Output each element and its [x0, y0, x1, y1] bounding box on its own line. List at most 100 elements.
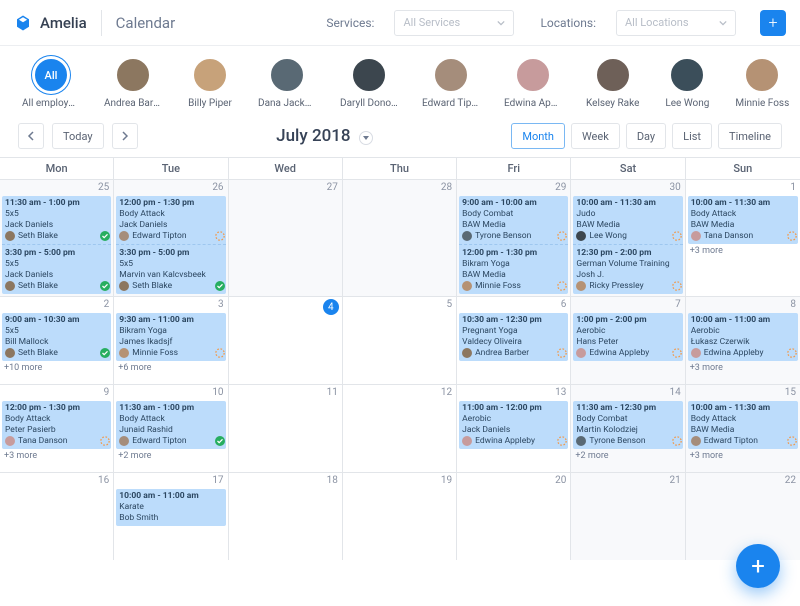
event-service: Body Combat [462, 209, 565, 219]
employee-item[interactable]: Daryll Donov... [340, 58, 398, 109]
more-link[interactable]: +3 more [690, 451, 796, 461]
day-cell[interactable]: 16 [0, 472, 114, 560]
view-label: Timeline [729, 130, 771, 143]
event-customer: Bob Smith [119, 513, 222, 523]
event[interactable]: 12:00 pm - 1:30 pm Body Attack Jack Dani… [116, 196, 225, 294]
day-headers: Mon Tue Wed Thu Fri Sat Sun [0, 158, 800, 179]
day-cell[interactable]: 6 10:30 am - 12:30 pm Pregnant Yoga Vald… [457, 296, 571, 384]
employee-item[interactable]: Minnie Foss [735, 58, 789, 109]
view-timeline[interactable]: Timeline [718, 123, 782, 149]
event[interactable]: 10:00 am - 11:00 am Karate Bob Smith [116, 489, 225, 526]
day-cell[interactable]: 10 11:30 am - 1:00 pm Body Attack Junaid… [114, 384, 228, 472]
day-cell[interactable]: 22 [686, 472, 800, 560]
employee-item[interactable]: Dana Jackson [258, 58, 316, 109]
event[interactable]: 1:00 pm - 2:00 pm Aerobic Hans Peter Edw… [573, 313, 682, 361]
employee-name: Lee Wong [665, 98, 709, 109]
day-cell[interactable]: 20 [457, 472, 571, 560]
day-cell[interactable]: 2 9:00 am - 10:30 am 5x5 Bill Mallock Se… [0, 296, 114, 384]
more-link[interactable]: +6 more [118, 363, 223, 373]
day-cell[interactable]: 1 10:00 am - 11:30 am Body Attack BAW Me… [686, 179, 800, 296]
event[interactable]: 11:30 am - 12:30 pm Body Combat Martin K… [573, 401, 682, 449]
employee-item[interactable]: Kelsey Rake [586, 58, 639, 109]
event[interactable]: 9:00 am - 10:30 am 5x5 Bill Mallock Seth… [2, 313, 111, 361]
employee-item[interactable]: Edward Tipton [422, 58, 480, 109]
view-day[interactable]: Day [626, 123, 666, 149]
employee-name: Minnie Foss [735, 98, 789, 109]
day-number: 22 [785, 475, 796, 486]
day-cell[interactable]: 15 10:00 am - 11:30 am Body Attack BAW M… [686, 384, 800, 472]
event-customer: BAW Media [462, 270, 565, 280]
day-cell[interactable]: 5 [343, 296, 457, 384]
day-cell[interactable]: 12 [343, 384, 457, 472]
event[interactable]: 11:30 am - 1:00 pm 5x5 Jack Daniels Seth… [2, 196, 111, 294]
event[interactable]: 11:00 am - 12:00 pm Aerobic Jack Daniels… [459, 401, 568, 449]
chevron-right-icon [121, 131, 129, 141]
event[interactable]: 10:00 am - 11:00 am Aerobic Łukasz Czerw… [688, 313, 798, 361]
chevron-down-icon [719, 19, 727, 27]
more-link[interactable]: +3 more [690, 246, 796, 256]
event-time: 3:30 pm - 5:00 pm [5, 248, 108, 258]
view-month[interactable]: Month [511, 123, 565, 149]
day-cell[interactable]: 26 12:00 pm - 1:30 pm Body Attack Jack D… [114, 179, 228, 296]
day-cell[interactable]: 29 9:00 am - 10:00 am Body Combat BAW Me… [457, 179, 571, 296]
event-customer: Bill Mallock [5, 337, 108, 347]
employee-dot-icon [119, 436, 129, 446]
day-cell[interactable]: 19 [343, 472, 457, 560]
day-cell[interactable]: 8 10:00 am - 11:00 am Aerobic Łukasz Cze… [686, 296, 800, 384]
day-cell[interactable]: 14 11:30 am - 12:30 pm Body Combat Marti… [571, 384, 685, 472]
view-list[interactable]: List [672, 123, 712, 149]
event-employee: Edward Tipton [704, 436, 758, 446]
avatar [116, 58, 150, 92]
next-button[interactable] [112, 123, 138, 149]
event[interactable]: 9:00 am - 10:00 am Body Combat BAW Media… [459, 196, 568, 294]
employee-item[interactable]: Lee Wong [663, 58, 711, 109]
more-link[interactable]: +3 more [4, 451, 109, 461]
event-service: Body Attack [5, 414, 108, 424]
event-service: Pregnant Yoga [462, 326, 565, 336]
employee-dot-icon [576, 436, 586, 446]
brand-name: Amelia [40, 14, 87, 32]
event[interactable]: 10:00 am - 11:30 am Judo BAW Media Lee W… [573, 196, 682, 294]
event-employee: Seth Blake [18, 348, 58, 358]
event[interactable]: 10:30 am - 12:30 pm Pregnant Yoga Valdec… [459, 313, 568, 361]
locations-select[interactable]: All Locations [616, 10, 736, 36]
all-avatar: All [34, 58, 68, 92]
more-link[interactable]: +2 more [118, 451, 223, 461]
event[interactable]: 12:00 pm - 1:30 pm Body Attack Peter Pas… [2, 401, 111, 449]
day-cell[interactable]: 25 11:30 am - 1:00 pm 5x5 Jack Daniels S… [0, 179, 114, 296]
employee-item[interactable]: Billy Piper [186, 58, 234, 109]
day-cell[interactable]: 30 10:00 am - 11:30 am Judo BAW Media Le… [571, 179, 685, 296]
day-cell[interactable]: 21 [571, 472, 685, 560]
event-time: 9:30 am - 11:00 am [119, 315, 222, 325]
more-link[interactable]: +10 more [4, 363, 109, 373]
event[interactable]: 9:30 am - 11:00 am Bikram Yoga James Ika… [116, 313, 225, 361]
day-cell[interactable]: 17 10:00 am - 11:00 am Karate Bob Smith [114, 472, 228, 560]
services-select[interactable]: All Services [394, 10, 514, 36]
event[interactable]: 10:00 am - 11:30 am Body Attack BAW Medi… [688, 196, 798, 244]
day-cell[interactable]: 9 12:00 pm - 1:30 pm Body Attack Peter P… [0, 384, 114, 472]
employee-item[interactable]: Andrea Barber [104, 58, 162, 109]
employee-item[interactable]: Edwina Appl... [504, 58, 562, 109]
day-cell[interactable]: 28 [343, 179, 457, 296]
day-cell[interactable]: 3 9:30 am - 11:00 am Bikram Yoga James I… [114, 296, 228, 384]
day-cell[interactable]: 13 11:00 am - 12:00 pm Aerobic Jack Dani… [457, 384, 571, 472]
view-week[interactable]: Week [571, 123, 620, 149]
today-button[interactable]: Today [52, 123, 104, 149]
avatar [745, 58, 779, 92]
more-link[interactable]: +2 more [575, 451, 680, 461]
event[interactable]: 11:30 am - 1:00 pm Body Attack Junaid Ra… [116, 401, 225, 449]
day-cell[interactable]: 27 [229, 179, 343, 296]
event[interactable]: 10:00 am - 11:30 am Body Attack BAW Medi… [688, 401, 798, 449]
day-cell[interactable]: 18 [229, 472, 343, 560]
employee-all[interactable]: All All employees [22, 58, 80, 109]
fab-add-button[interactable]: + [736, 544, 780, 588]
month-picker-button[interactable] [359, 131, 373, 145]
event-service: German Volume Training [576, 259, 679, 269]
event-employee: Tana Danson [704, 231, 753, 241]
more-link[interactable]: +3 more [690, 363, 796, 373]
day-cell[interactable]: 7 1:00 pm - 2:00 pm Aerobic Hans Peter E… [571, 296, 685, 384]
add-button[interactable]: + [760, 10, 786, 36]
day-cell[interactable]: 4 [229, 296, 343, 384]
day-cell[interactable]: 11 [229, 384, 343, 472]
prev-button[interactable] [18, 123, 44, 149]
